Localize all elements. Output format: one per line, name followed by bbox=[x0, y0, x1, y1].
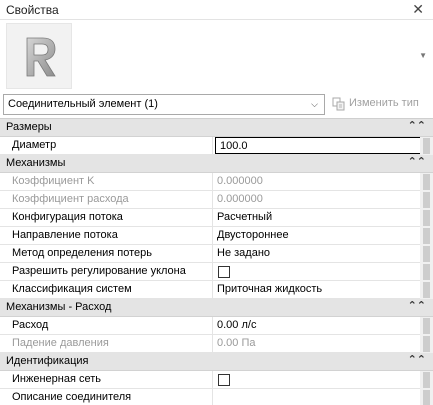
properties-grid: Размеры ⌃⌃ Диаметр 100.0 Механизмы ⌃⌃ Ко… bbox=[0, 118, 433, 405]
prop-label: Расход bbox=[12, 319, 49, 331]
scrollbar[interactable] bbox=[420, 137, 433, 155]
type-selector-row: Соединительный элемент (1) ⌵ Изменить ти… bbox=[0, 94, 433, 116]
prop-value-cell[interactable]: 0.00 л/с bbox=[212, 317, 420, 334]
scrollbar[interactable] bbox=[420, 191, 433, 209]
type-scroll-down-icon[interactable]: ▼ bbox=[419, 51, 427, 60]
prop-flow-coefficient: Коэффициент расхода 0.000000 bbox=[0, 191, 433, 209]
family-type-value: Соединительный элемент (1) bbox=[8, 98, 158, 110]
scrollbar[interactable] bbox=[420, 389, 433, 405]
family-type-selector[interactable]: Соединительный элемент (1) ⌵ bbox=[3, 94, 325, 115]
scrollbar-thumb[interactable] bbox=[423, 228, 430, 244]
group-name: Идентификация bbox=[6, 355, 89, 367]
diameter-value: 100.0 bbox=[220, 140, 248, 152]
chevron-down-icon[interactable]: ⌵ bbox=[306, 96, 323, 113]
prop-label: Коэффициент K bbox=[12, 175, 95, 187]
prop-value-cell bbox=[212, 371, 420, 388]
scrollbar[interactable] bbox=[420, 227, 433, 245]
prop-value: 0.000000 bbox=[217, 193, 263, 205]
scrollbar[interactable] bbox=[420, 209, 433, 227]
prop-value: Расчетный bbox=[217, 211, 273, 223]
prop-value-cell: 0.000000 bbox=[212, 191, 420, 208]
collapse-icon[interactable]: ⌃⌃ bbox=[408, 119, 426, 132]
scrollbar[interactable] bbox=[420, 263, 433, 281]
group-name: Механизмы - Расход bbox=[6, 301, 112, 313]
prop-value-cell[interactable]: Не задано bbox=[212, 245, 420, 262]
scrollbar-thumb[interactable] bbox=[423, 174, 430, 190]
scrollbar-thumb[interactable] bbox=[423, 138, 430, 154]
prop-value-cell bbox=[212, 263, 420, 280]
prop-flow[interactable]: Расход 0.00 л/с bbox=[0, 317, 433, 335]
scrollbar[interactable] bbox=[420, 173, 433, 191]
prop-value-cell[interactable] bbox=[212, 389, 420, 405]
prop-connector-description[interactable]: Описание соединителя bbox=[0, 389, 433, 405]
scrollbar-thumb[interactable] bbox=[423, 336, 430, 352]
group-identification[interactable]: Идентификация ⌃⌃ bbox=[0, 353, 433, 371]
scrollbar-thumb[interactable] bbox=[423, 210, 430, 226]
prop-value-cell: 0.00 Па bbox=[212, 335, 420, 352]
group-name: Размеры bbox=[6, 121, 52, 133]
window-title: Свойства bbox=[6, 3, 59, 17]
scrollbar[interactable] bbox=[420, 317, 433, 335]
prop-diameter: Диаметр 100.0 bbox=[0, 137, 433, 155]
scrollbar[interactable] bbox=[420, 281, 433, 299]
prop-value: Двустороннее bbox=[217, 229, 289, 241]
prop-value-cell: 100.0 bbox=[212, 137, 421, 154]
prop-k-coefficient: Коэффициент K 0.000000 bbox=[0, 173, 433, 191]
prop-value-cell[interactable]: Приточная жидкость bbox=[212, 281, 420, 298]
prop-label: Диаметр bbox=[12, 139, 57, 151]
collapse-icon[interactable]: ⌃⌃ bbox=[408, 299, 426, 312]
scrollbar-thumb[interactable] bbox=[423, 390, 430, 405]
group-mechanics-flow[interactable]: Механизмы - Расход ⌃⌃ bbox=[0, 299, 433, 317]
prop-flow-configuration[interactable]: Конфигурация потока Расчетный bbox=[0, 209, 433, 227]
prop-label: Метод определения потерь bbox=[12, 247, 153, 259]
engineering-network-checkbox[interactable] bbox=[218, 374, 230, 386]
collapse-icon[interactable]: ⌃⌃ bbox=[408, 353, 426, 366]
collapse-icon[interactable]: ⌃⌃ bbox=[408, 155, 426, 168]
scrollbar-thumb[interactable] bbox=[423, 282, 430, 298]
scrollbar-thumb[interactable] bbox=[423, 318, 430, 334]
prop-value: Не задано bbox=[217, 247, 271, 259]
prop-label: Коэффициент расхода bbox=[12, 193, 129, 205]
prop-system-classification[interactable]: Классификация систем Приточная жидкость bbox=[0, 281, 433, 299]
close-icon[interactable]: ✕ bbox=[412, 1, 424, 18]
type-preview-panel: ▼ bbox=[0, 20, 433, 92]
prop-value: 0.00 л/с bbox=[217, 319, 257, 331]
scrollbar-thumb[interactable] bbox=[423, 372, 430, 388]
prop-label: Инженерная сеть bbox=[12, 373, 101, 385]
prop-value: 0.00 Па bbox=[217, 337, 256, 349]
prop-pressure-drop: Падение давления 0.00 Па bbox=[0, 335, 433, 353]
slope-adjustment-checkbox[interactable] bbox=[218, 266, 230, 278]
scrollbar-thumb[interactable] bbox=[423, 246, 430, 262]
prop-label: Падение давления bbox=[12, 337, 109, 349]
diameter-input[interactable]: 100.0 bbox=[215, 137, 421, 154]
prop-value: Приточная жидкость bbox=[217, 283, 323, 295]
group-mechanics[interactable]: Механизмы ⌃⌃ bbox=[0, 155, 433, 173]
prop-flow-direction[interactable]: Направление потока Двустороннее bbox=[0, 227, 433, 245]
scrollbar[interactable] bbox=[420, 245, 433, 263]
prop-value: 0.000000 bbox=[217, 175, 263, 187]
prop-engineering-network: Инженерная сеть bbox=[0, 371, 433, 389]
edit-type-icon bbox=[332, 97, 346, 114]
group-sizes[interactable]: Размеры ⌃⌃ bbox=[0, 119, 433, 137]
prop-label: Направление потока bbox=[12, 229, 118, 241]
prop-label: Конфигурация потока bbox=[12, 211, 123, 223]
prop-value-cell: 0.000000 bbox=[212, 173, 420, 190]
prop-label: Разрешить регулирование уклона bbox=[12, 265, 186, 277]
group-name: Механизмы bbox=[6, 157, 66, 169]
prop-loss-method[interactable]: Метод определения потерь Не задано bbox=[0, 245, 433, 263]
scrollbar-thumb[interactable] bbox=[423, 264, 430, 280]
prop-allow-slope-adjustment: Разрешить регулирование уклона bbox=[0, 263, 433, 281]
edit-type-button[interactable]: Изменить тип bbox=[330, 94, 430, 115]
edit-type-label: Изменить тип bbox=[349, 97, 419, 109]
scrollbar[interactable] bbox=[420, 335, 433, 353]
prop-value-cell[interactable]: Двустороннее bbox=[212, 227, 420, 244]
prop-label: Описание соединителя bbox=[12, 391, 132, 403]
scrollbar-thumb[interactable] bbox=[423, 192, 430, 208]
revit-family-icon bbox=[6, 23, 72, 89]
scrollbar[interactable] bbox=[420, 371, 433, 389]
prop-label: Классификация систем bbox=[12, 283, 132, 295]
prop-value-cell[interactable]: Расчетный bbox=[212, 209, 420, 226]
properties-titlebar: Свойства ✕ bbox=[0, 0, 433, 20]
